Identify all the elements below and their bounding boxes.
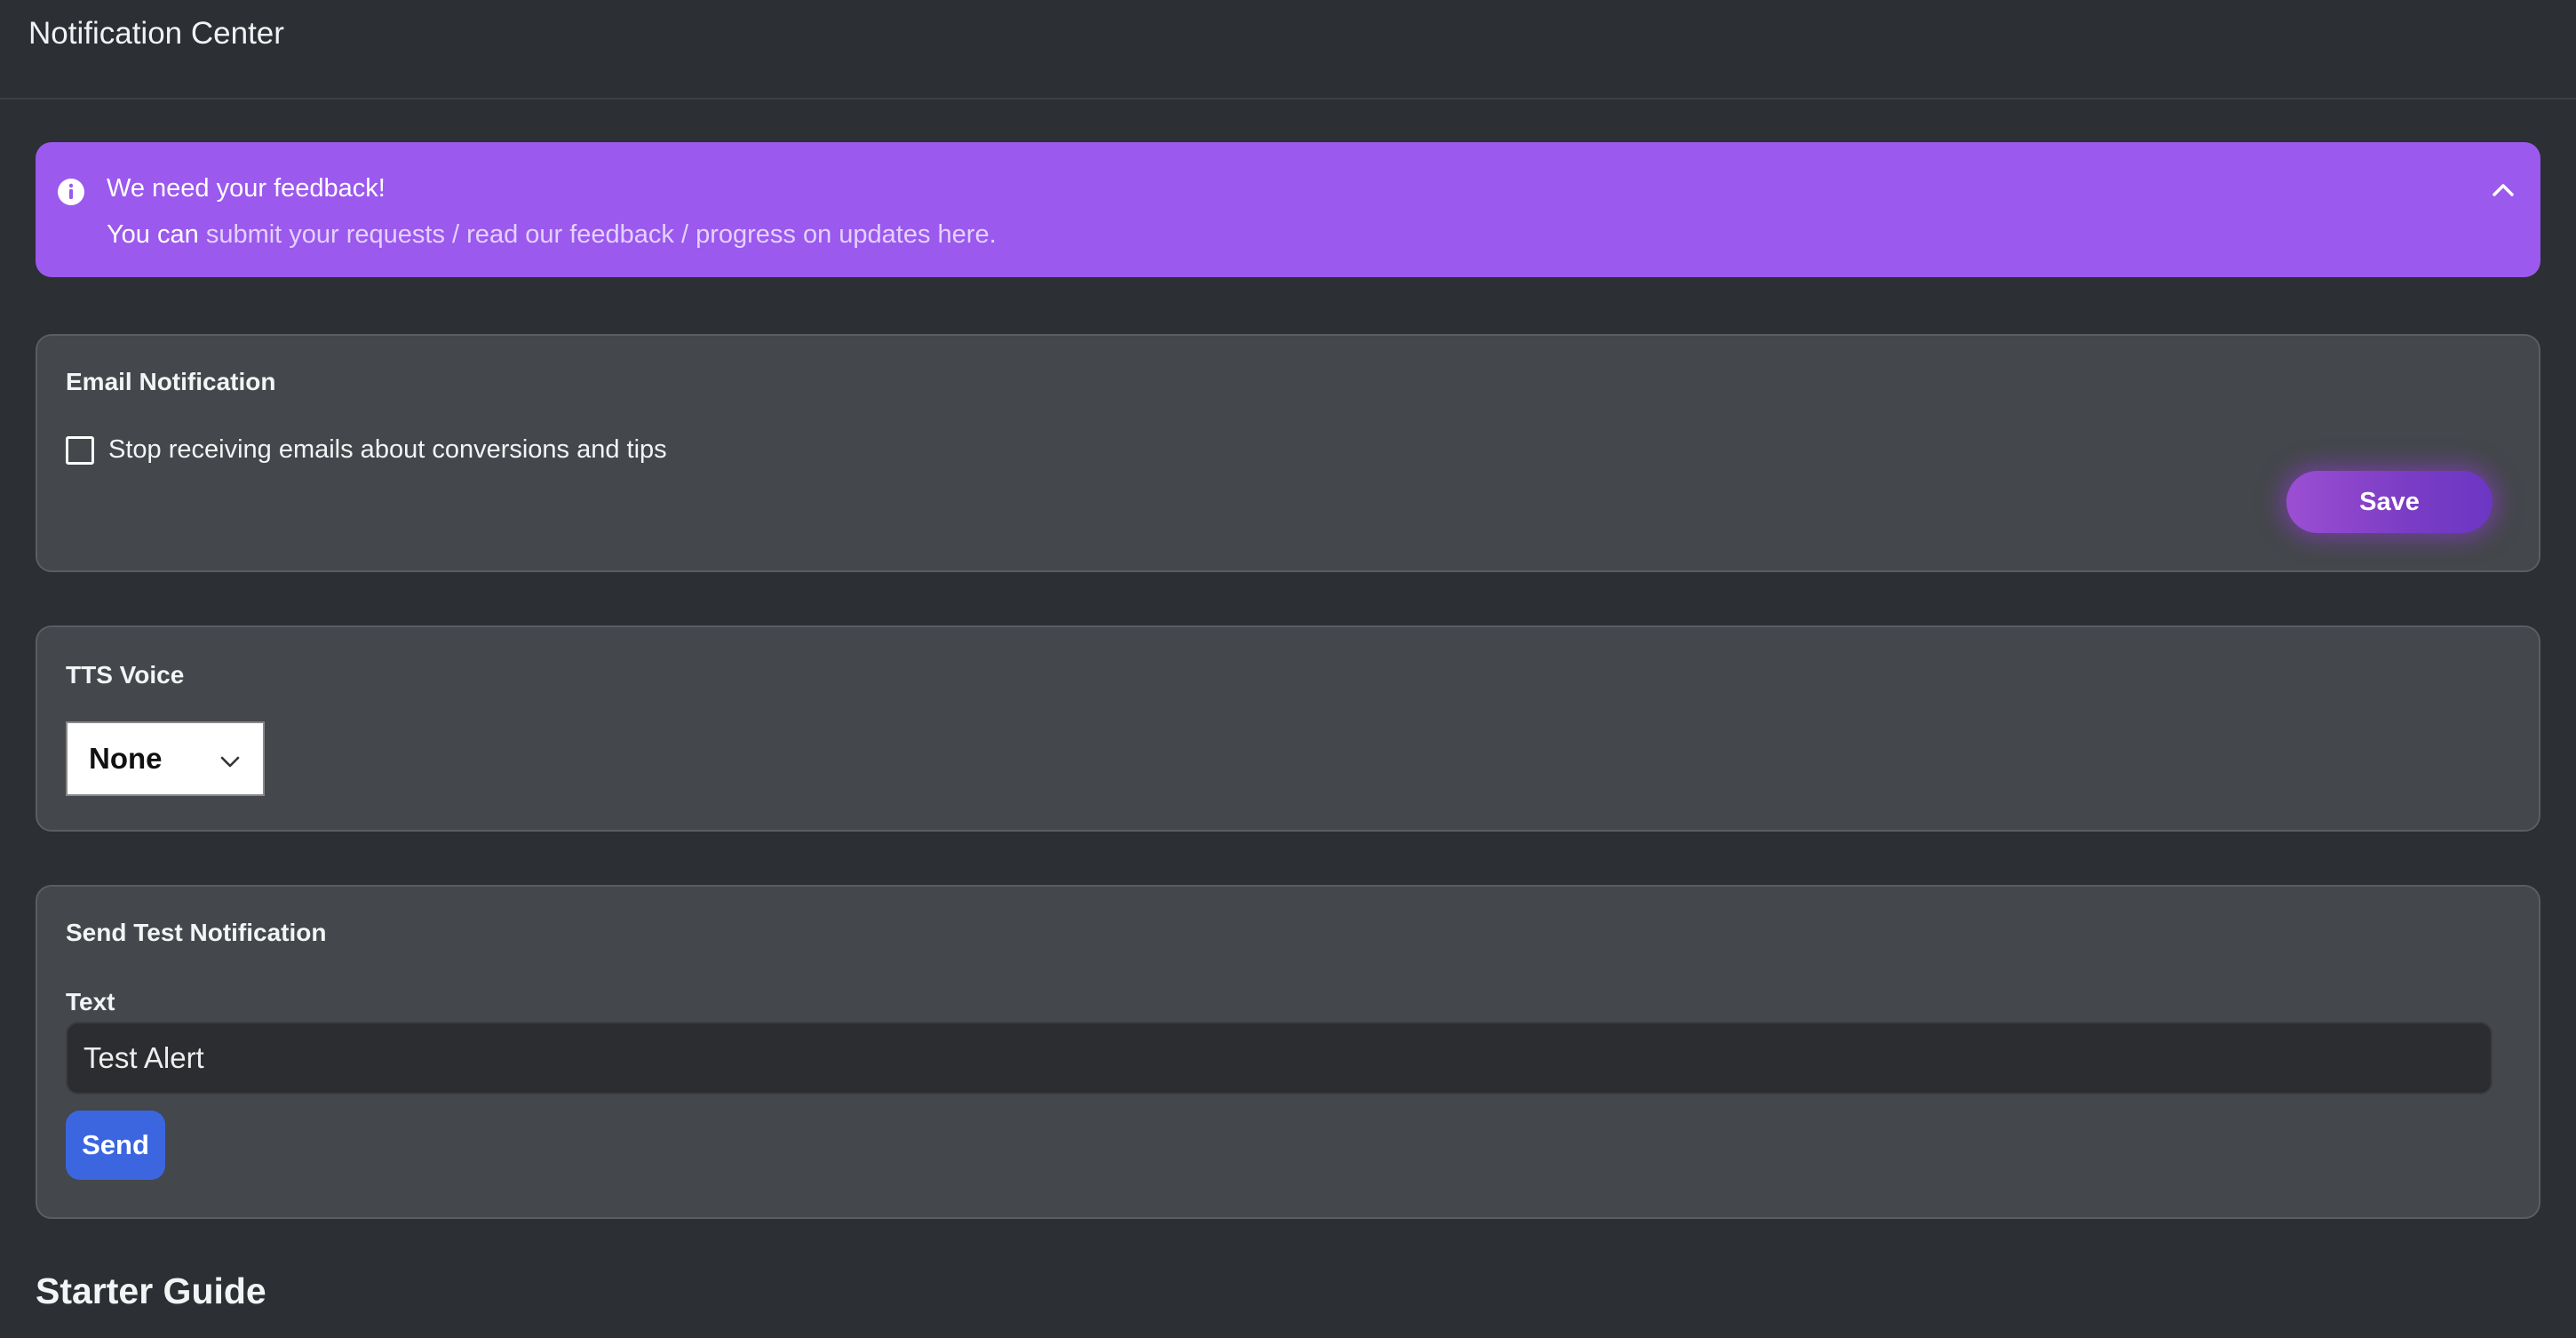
tts-voice-select[interactable]: None: [66, 721, 265, 796]
info-icon: [58, 179, 84, 205]
text-field-label: Text: [66, 988, 115, 1015]
email-card-title: Email Notification: [66, 368, 276, 395]
stop-emails-row[interactable]: Stop receiving emails about conversions …: [66, 435, 667, 465]
send-test-notification-card: Send Test Notification Text Send: [36, 885, 2540, 1219]
save-button[interactable]: Save: [2286, 471, 2493, 533]
main-content: We need your feedback! You can submit yo…: [0, 100, 2576, 1312]
email-notification-card: Email Notification Stop receiving emails…: [36, 334, 2540, 572]
test-card-title: Send Test Notification: [66, 919, 327, 946]
banner-title: We need your feedback!: [107, 174, 386, 203]
feedback-link[interactable]: submit your requests / read our feedback…: [206, 220, 997, 249]
chevron-up-icon[interactable]: [2485, 172, 2521, 208]
app-header: Notification Center: [0, 0, 2576, 100]
tts-voice-card: TTS Voice None: [36, 625, 2540, 832]
send-button[interactable]: Send: [66, 1111, 165, 1180]
tts-card-title: TTS Voice: [66, 661, 185, 689]
feedback-banner: We need your feedback! You can submit yo…: [36, 142, 2540, 277]
stop-emails-checkbox[interactable]: [66, 435, 94, 465]
test-text-input[interactable]: [66, 1022, 2493, 1095]
starter-guide-heading: Starter Guide: [36, 1270, 266, 1311]
chevron-down-icon: [220, 756, 240, 768]
banner-prefix: You can: [107, 220, 206, 249]
banner-text: You can submit your requests / read our …: [107, 220, 997, 250]
page-title: Notification Center: [28, 16, 284, 51]
tts-selected-value: None: [89, 742, 163, 775]
stop-emails-label[interactable]: Stop receiving emails about conversions …: [108, 435, 667, 465]
